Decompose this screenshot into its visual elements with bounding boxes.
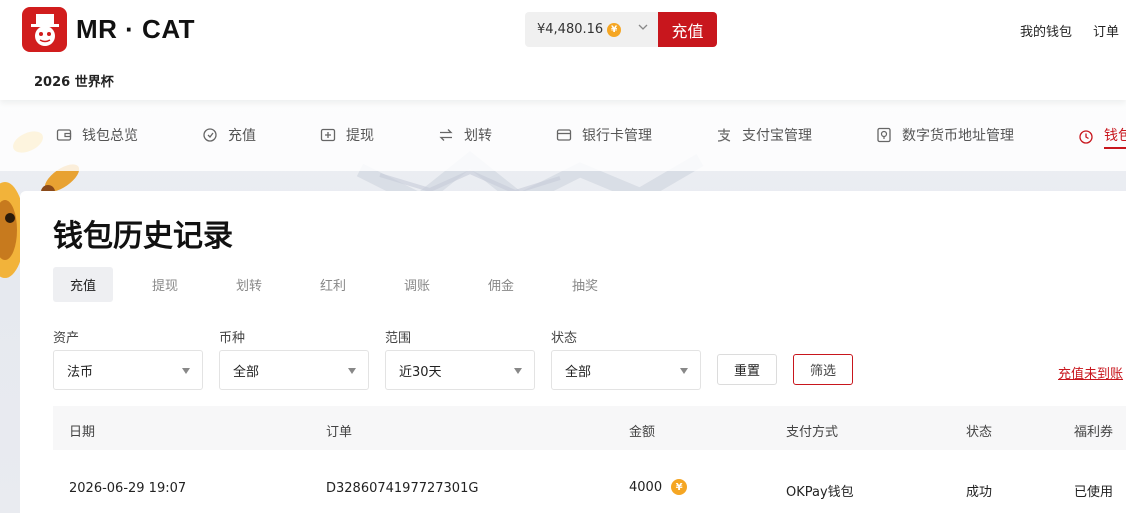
row-payment-method: OKPay钱包: [786, 485, 854, 500]
event-subtitle[interactable]: 2026 世界杯: [34, 71, 114, 90]
nav-alipay[interactable]: 支付宝管理: [716, 125, 812, 145]
nav-label: 提现: [346, 128, 374, 144]
status-select[interactable]: 全部: [551, 350, 701, 390]
row-amount-value: 4000: [629, 479, 663, 495]
caret-down-icon: [182, 368, 190, 374]
wallet-icon: [56, 129, 72, 141]
nav-label: 钱包: [1104, 125, 1126, 149]
reset-button[interactable]: 重置: [717, 354, 777, 385]
nav-transfer[interactable]: 划转: [438, 125, 492, 145]
tab-adjustment[interactable]: 调账: [404, 267, 430, 302]
tab-transfer[interactable]: 划转: [236, 267, 262, 302]
currency-label: 币种: [219, 331, 246, 346]
clock-icon: [1079, 130, 1093, 144]
logo[interactable]: MR · CAT: [22, 7, 195, 52]
tab-recharge[interactable]: 充值: [53, 267, 113, 302]
nav-withdraw[interactable]: 提现: [320, 125, 374, 145]
crypto-address-icon: [877, 127, 891, 143]
coin-icon: ¥: [671, 479, 688, 495]
column-coupon: 福利券: [1074, 425, 1114, 440]
status-value: 全部: [565, 364, 592, 380]
column-status: 状态: [966, 425, 993, 440]
nav-recharge[interactable]: 充值: [202, 125, 256, 145]
balance-dropdown[interactable]: ¥4,480.16 ¥: [525, 12, 658, 47]
currency-value: 全部: [233, 364, 260, 380]
nav-label: 银行卡管理: [582, 128, 652, 144]
tab-bonus[interactable]: 红利: [320, 267, 346, 302]
withdraw-icon: [320, 128, 336, 142]
nav-label: 数字货币地址管理: [902, 128, 1014, 144]
caret-down-icon: [514, 368, 522, 374]
coin-icon: ¥: [607, 22, 622, 37]
asset-value: 法币: [67, 364, 94, 380]
table-header: 日期 订单 金额 支付方式 状态 福利券: [53, 406, 1126, 450]
nav-wallet-history[interactable]: 钱包: [1078, 125, 1126, 149]
transfer-icon: [439, 129, 453, 141]
cat-logo-icon: [22, 7, 67, 52]
status-label: 状态: [551, 331, 578, 346]
asset-label: 资产: [53, 331, 80, 346]
asset-select[interactable]: 法币: [53, 350, 203, 390]
row-date: 2026-06-29 19:07: [69, 481, 187, 496]
range-value: 近30天: [399, 364, 442, 380]
page-title: 钱包历史记录: [53, 219, 233, 254]
orders-link[interactable]: 订单: [1093, 21, 1119, 40]
nav-label: 充值: [228, 128, 256, 144]
nav-label: 划转: [464, 128, 492, 144]
logo-text: MR · CAT: [76, 14, 196, 44]
balance-amount: ¥4,480.16: [537, 22, 604, 37]
my-wallet-link[interactable]: 我的钱包: [1020, 21, 1072, 40]
tab-lottery[interactable]: 抽奖: [572, 267, 598, 302]
range-label: 范围: [385, 331, 412, 346]
nav-bank-card[interactable]: 银行卡管理: [556, 125, 652, 145]
alipay-icon: [717, 128, 731, 142]
nav-crypto-address[interactable]: 数字货币地址管理: [876, 125, 1014, 145]
recharge-button[interactable]: 充值: [658, 12, 717, 47]
range-select[interactable]: 近30天: [385, 350, 535, 390]
row-status: 成功: [966, 485, 993, 500]
top-header: MR · CAT 2026 世界杯 ¥4,480.16 ¥ 充值 我的钱包 订单: [0, 0, 1126, 100]
row-coupon: 已使用: [1074, 485, 1114, 500]
caret-down-icon: [348, 368, 356, 374]
column-payment-method: 支付方式: [786, 425, 839, 440]
wallet-history-card: 钱包历史记录 充值 提现 划转 红利 调账 佣金 抽奖 资产 法币 币种 全部 …: [20, 191, 1126, 513]
caret-down-icon: [680, 368, 688, 374]
tab-withdraw[interactable]: 提现: [152, 267, 178, 302]
tab-commission[interactable]: 佣金: [488, 267, 514, 302]
nav-label: 支付宝管理: [742, 128, 812, 144]
chevron-down-icon: [638, 24, 648, 30]
recharge-not-arrived-link[interactable]: 充值未到账: [1058, 363, 1123, 382]
bank-card-icon: [556, 129, 572, 141]
column-date: 日期: [69, 425, 96, 440]
nav-label: 钱包总览: [82, 128, 138, 144]
filter-button[interactable]: 筛选: [793, 354, 853, 385]
column-order: 订单: [326, 425, 353, 440]
currency-select[interactable]: 全部: [219, 350, 369, 390]
recharge-icon: [203, 128, 217, 142]
row-amount: 4000 ¥: [629, 479, 688, 495]
column-amount: 金额: [629, 425, 656, 440]
wallet-nav: 钱包总览 充值 提现 划转 银行卡管理 支付宝管理 数字货币地址管理 钱包: [0, 100, 1126, 171]
row-order-id[interactable]: D3286074197727301G: [326, 481, 478, 496]
nav-wallet-overview[interactable]: 钱包总览: [56, 125, 138, 145]
